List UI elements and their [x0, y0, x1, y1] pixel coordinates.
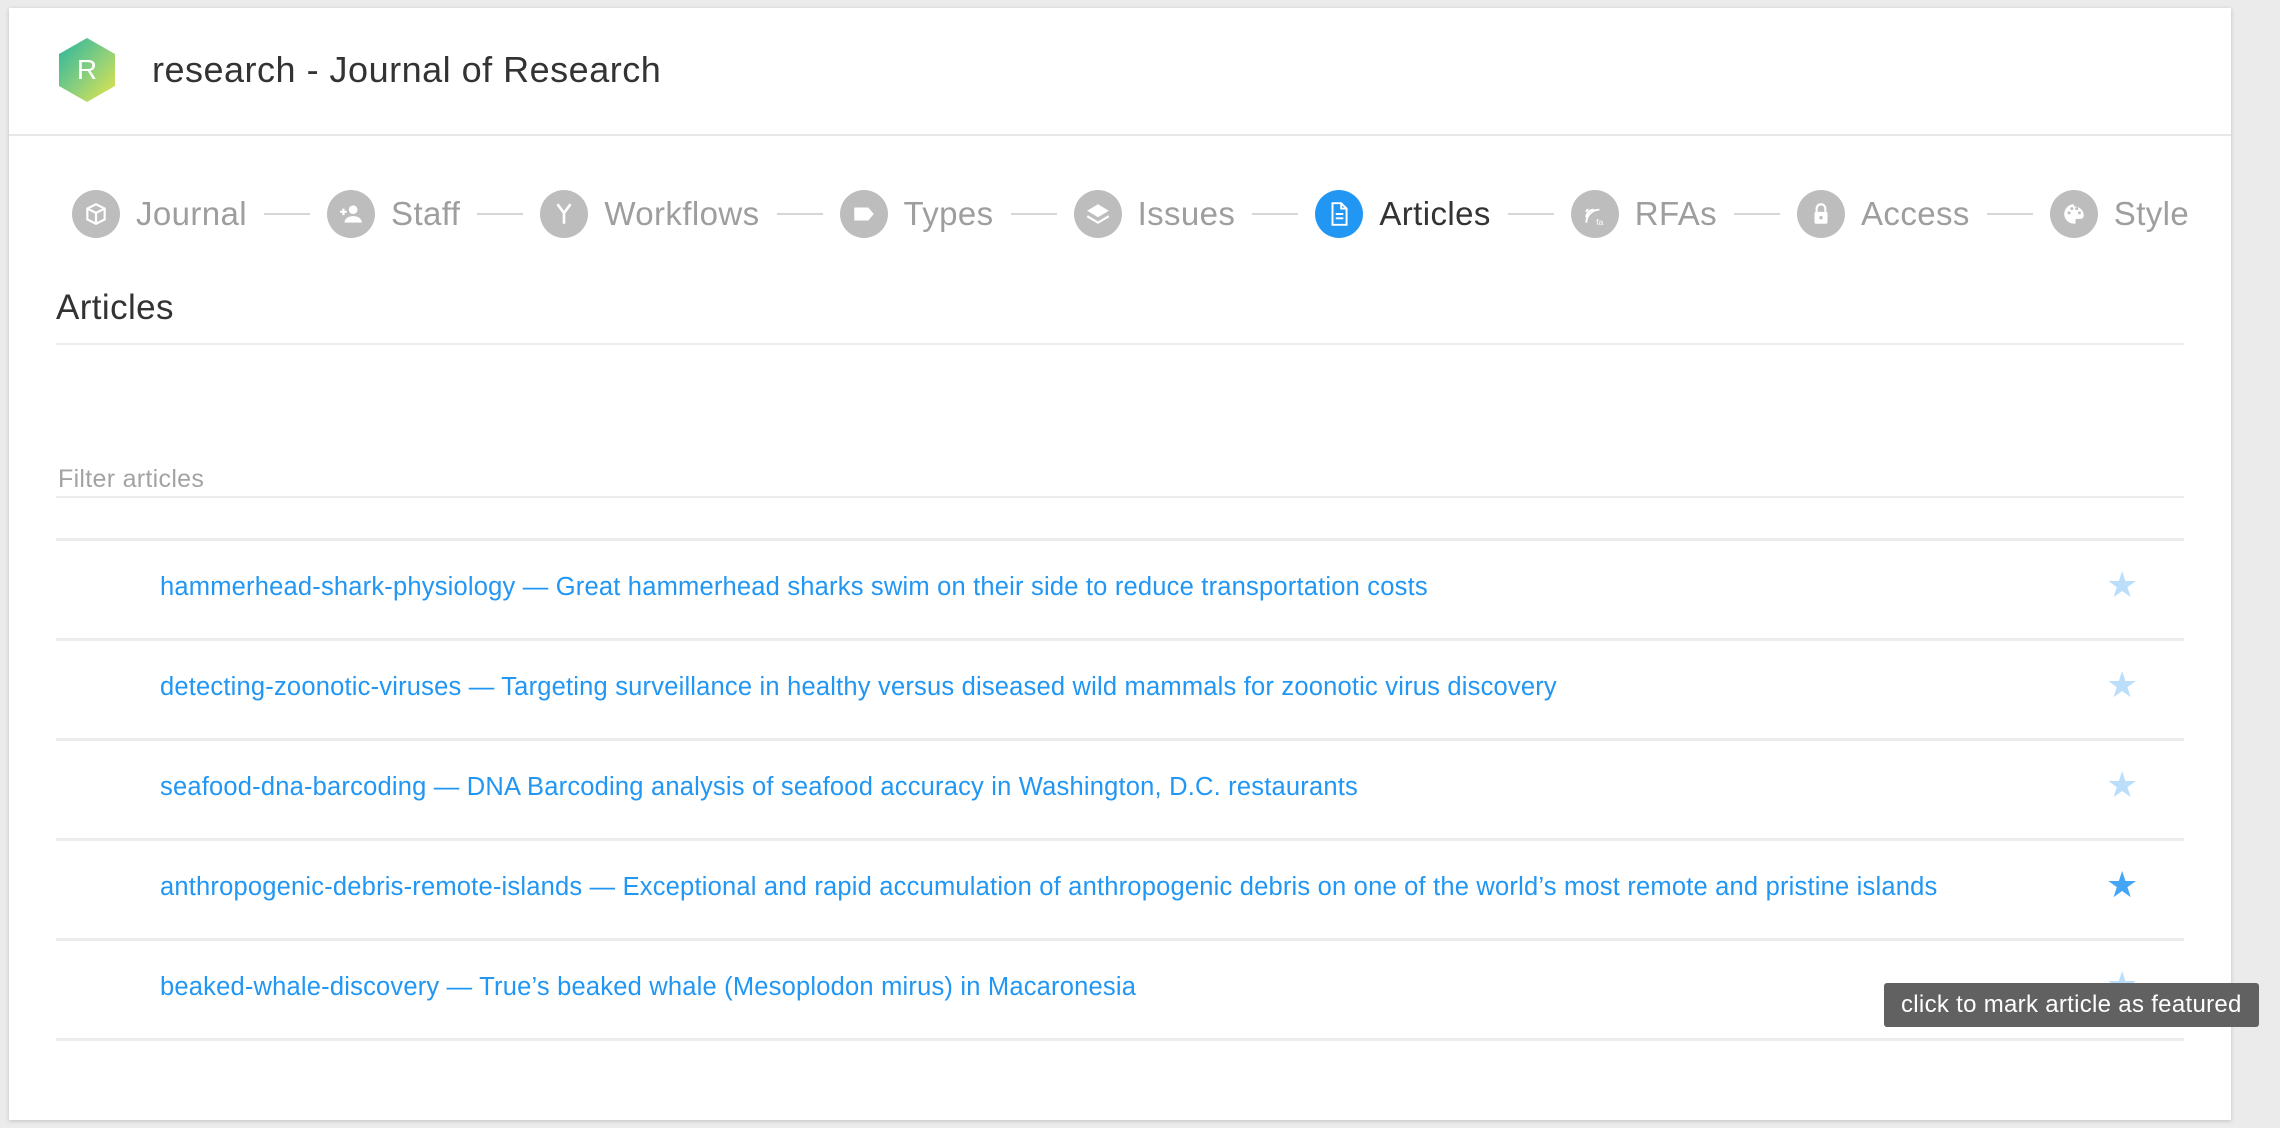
palette-icon: [2049, 190, 2098, 238]
step-connector: [1986, 213, 2033, 215]
merge-icon: [540, 190, 589, 238]
setup-stepper: Journal Staff Workflows Types Issues Art…: [72, 183, 2189, 245]
articles-list: hammerhead-shark-physiology — Great hamm…: [56, 538, 2184, 1041]
step-label: Staff: [391, 195, 461, 232]
app-title: research - Journal of Research: [152, 49, 662, 90]
step-staff[interactable]: Staff: [327, 190, 460, 238]
step-rfas[interactable]: fa RFAs: [1570, 190, 1718, 238]
article-link[interactable]: detecting-zoonotic-viruses — Targeting s…: [160, 673, 1557, 702]
step-label: RFAs: [1634, 195, 1718, 232]
book-icon: [72, 190, 120, 238]
rfa-icon: fa: [1570, 190, 1619, 238]
star-icon[interactable]: ★: [2106, 765, 2138, 805]
main-card: R research - Journal of Research Journal…: [9, 8, 2231, 1120]
star-icon[interactable]: ★: [2106, 665, 2138, 705]
document-icon: [1315, 190, 1364, 238]
step-style[interactable]: Style: [2049, 190, 2190, 238]
list-item: seafood-dna-barcoding — DNA Barcoding an…: [56, 741, 2184, 841]
step-types[interactable]: Types: [839, 190, 994, 238]
list-item: anthropogenic-debris-remote-islands — Ex…: [56, 841, 2184, 941]
step-label: Types: [903, 195, 994, 232]
star-icon[interactable]: ★: [2106, 865, 2138, 905]
step-workflows[interactable]: Workflows: [540, 190, 759, 238]
star-icon[interactable]: ★: [2106, 565, 2138, 605]
step-connector: [477, 213, 524, 215]
list-item: detecting-zoonotic-viruses — Targeting s…: [56, 641, 2184, 741]
top-bar: R research - Journal of Research: [9, 8, 2231, 136]
filter-underline: [56, 496, 2184, 498]
list-item: hammerhead-shark-physiology — Great hamm…: [56, 541, 2184, 641]
article-link[interactable]: hammerhead-shark-physiology — Great hamm…: [160, 573, 1428, 602]
step-connector: [1010, 213, 1057, 215]
step-connector: [776, 213, 823, 215]
step-label: Articles: [1379, 195, 1491, 232]
step-connector: [1734, 213, 1781, 215]
step-label: Journal: [136, 195, 248, 232]
filter-articles-input[interactable]: [56, 450, 2188, 508]
list-item: beaked-whale-discovery — True’s beaked w…: [56, 941, 2184, 1041]
page-title: Articles: [56, 288, 174, 327]
step-connector: [1507, 213, 1554, 215]
journal-logo: R: [59, 38, 115, 102]
step-access[interactable]: Access: [1797, 190, 1970, 238]
step-journal[interactable]: Journal: [72, 190, 247, 238]
step-connector: [264, 213, 311, 215]
label-icon: [839, 190, 888, 238]
article-link[interactable]: seafood-dna-barcoding — DNA Barcoding an…: [160, 773, 1358, 802]
step-issues[interactable]: Issues: [1073, 190, 1236, 238]
step-articles[interactable]: Articles: [1315, 190, 1490, 238]
person-add-icon: [327, 190, 376, 238]
step-label: Style: [2113, 195, 2190, 232]
title-divider: [56, 343, 2184, 345]
featured-tooltip: click to mark article as featured: [1884, 983, 2259, 1027]
svg-text:fa: fa: [1596, 217, 1603, 227]
lock-icon: [1797, 190, 1846, 238]
logo-letter: R: [77, 54, 97, 85]
layers-icon: [1073, 190, 1122, 238]
step-label: Issues: [1137, 195, 1236, 232]
article-link[interactable]: beaked-whale-discovery — True’s beaked w…: [160, 973, 1136, 1002]
step-label: Access: [1861, 195, 1970, 232]
step-connector: [1252, 213, 1299, 215]
step-label: Workflows: [604, 195, 760, 232]
article-link[interactable]: anthropogenic-debris-remote-islands — Ex…: [160, 873, 1937, 902]
